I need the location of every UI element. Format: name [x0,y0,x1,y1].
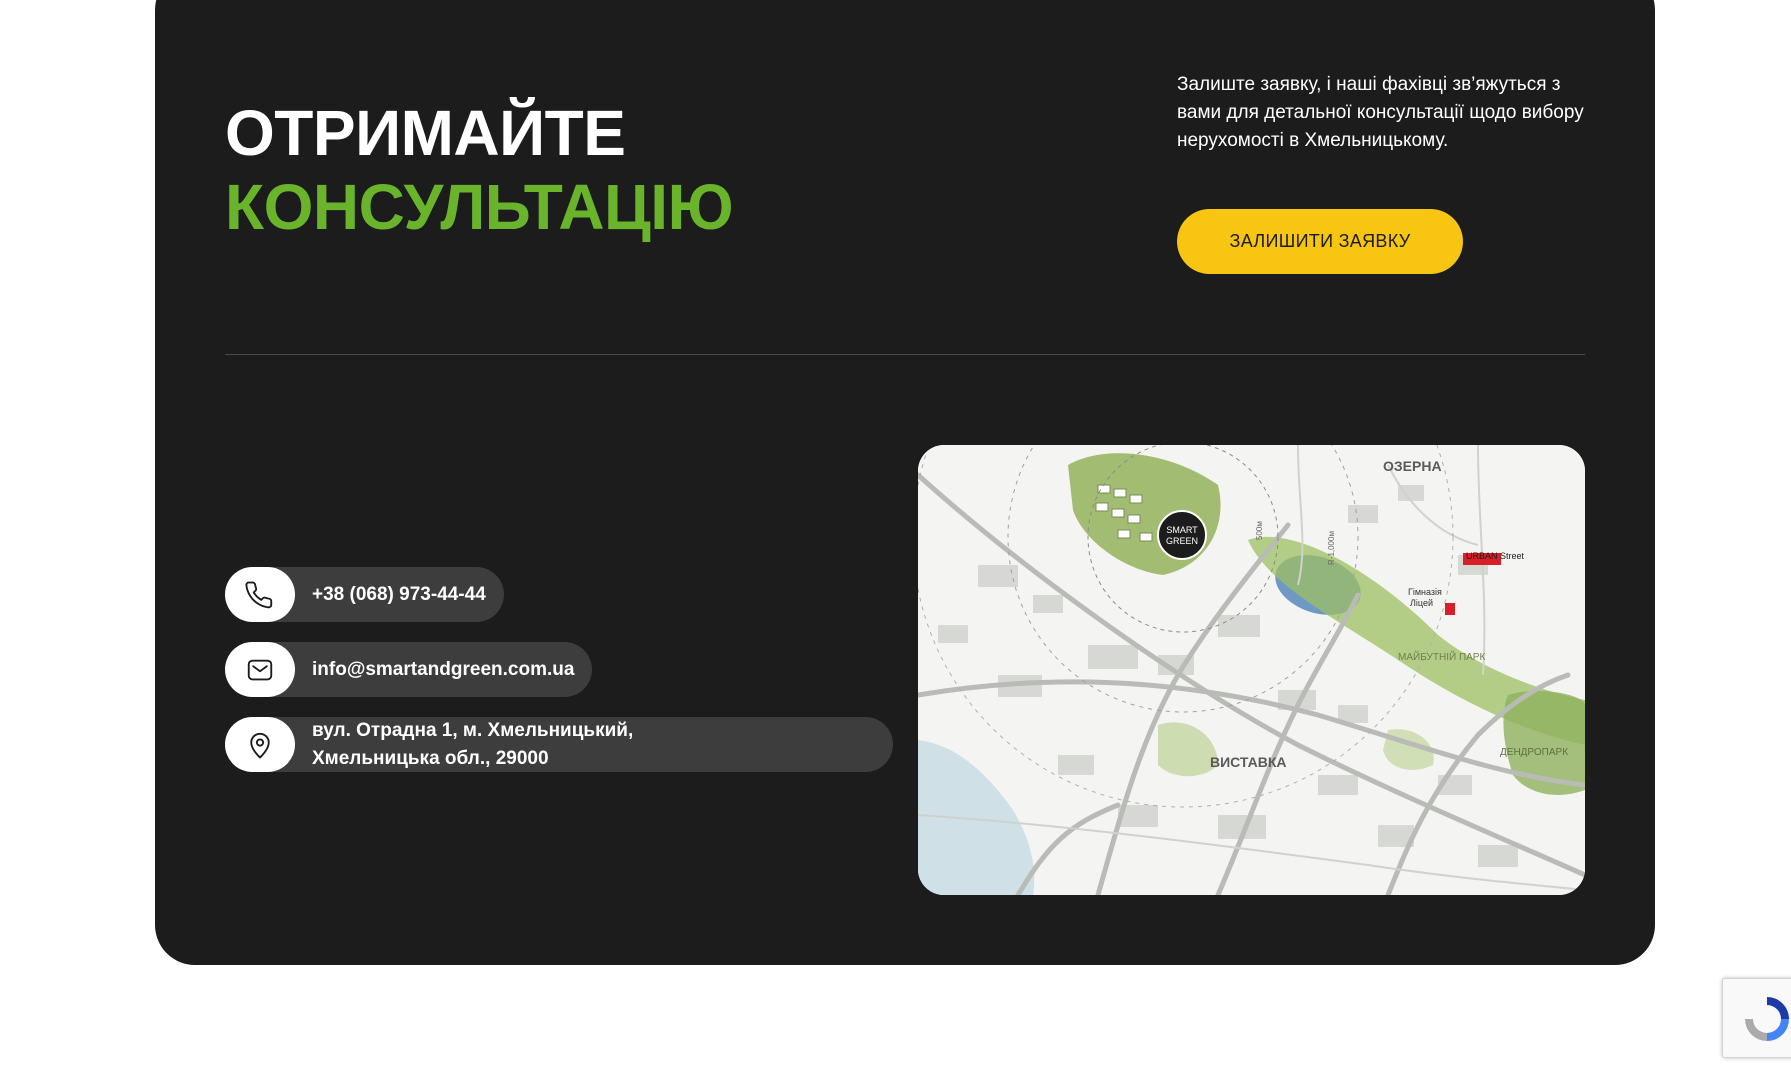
address-text: вул. Отрадна 1, м. Хмельницький, Хмельни… [295,717,651,773]
email-text: info@smartandgreen.com.ua [312,658,575,680]
school-marker [1445,603,1455,615]
title-line-2: КОНСУЛЬТАЦІЮ [225,171,734,243]
section-title: ОТРИМАЙТЕ КОНСУЛЬТАЦІЮ [225,96,734,244]
map-label-lyceum: Ліцей [1410,598,1433,608]
recaptcha-icon [1745,997,1789,1041]
title-line-1: ОТРИМАЙТЕ [225,97,626,169]
map-label-park: МАЙБУТНІЙ ПАРК [1398,650,1485,663]
address-contact: вул. Отрадна 1, м. Хмельницький, Хмельни… [225,717,893,772]
map-label-vystavka: ВИСТАВКА [1210,754,1286,770]
map-label-dendropark: ДЕНДРОПАРК [1500,747,1568,758]
lead-text: Залиште заявку, і наші фахівці зв’яжутьс… [1177,74,1584,151]
address-line-1: вул. Отрадна 1, м. Хмельницький, [312,719,634,741]
leave-request-button[interactable]: ЗАЛИШИТИ ЗАЯВКУ [1177,209,1463,274]
map-illustration: URBAN Street Гімназія Ліцей ОЗЕРНА ВИСТА… [918,445,1585,895]
phone-text: +38 (068) 973-44-44 [312,583,486,605]
location-pin-icon [225,717,295,772]
map-label-urban-street: URBAN Street [1466,551,1525,561]
map-label-radius-1000: R-1,000м [1327,531,1336,565]
smart-green-logo: SMART GREEN [1157,510,1207,560]
map-logo-line-2: GREEN [1166,536,1198,546]
divider [225,354,1585,355]
map-label-radius-500: 500м [1255,521,1264,540]
map-label-ozerna: ОЗЕРНА [1383,458,1442,474]
mail-icon [225,642,295,697]
recaptcha-badge[interactable] [1722,978,1791,1058]
email-contact[interactable]: info@smartandgreen.com.ua [225,642,593,697]
phone-icon [225,567,295,622]
location-map[interactable]: URBAN Street Гімназія Ліцей ОЗЕРНА ВИСТА… [918,445,1585,895]
address-line-2: Хмельницька обл., 29000 [312,747,549,769]
map-logo-line-1: SMART [1166,525,1198,535]
map-label-gymnasium: Гімназія [1408,587,1442,597]
phone-contact[interactable]: +38 (068) 973-44-44 [225,567,504,622]
